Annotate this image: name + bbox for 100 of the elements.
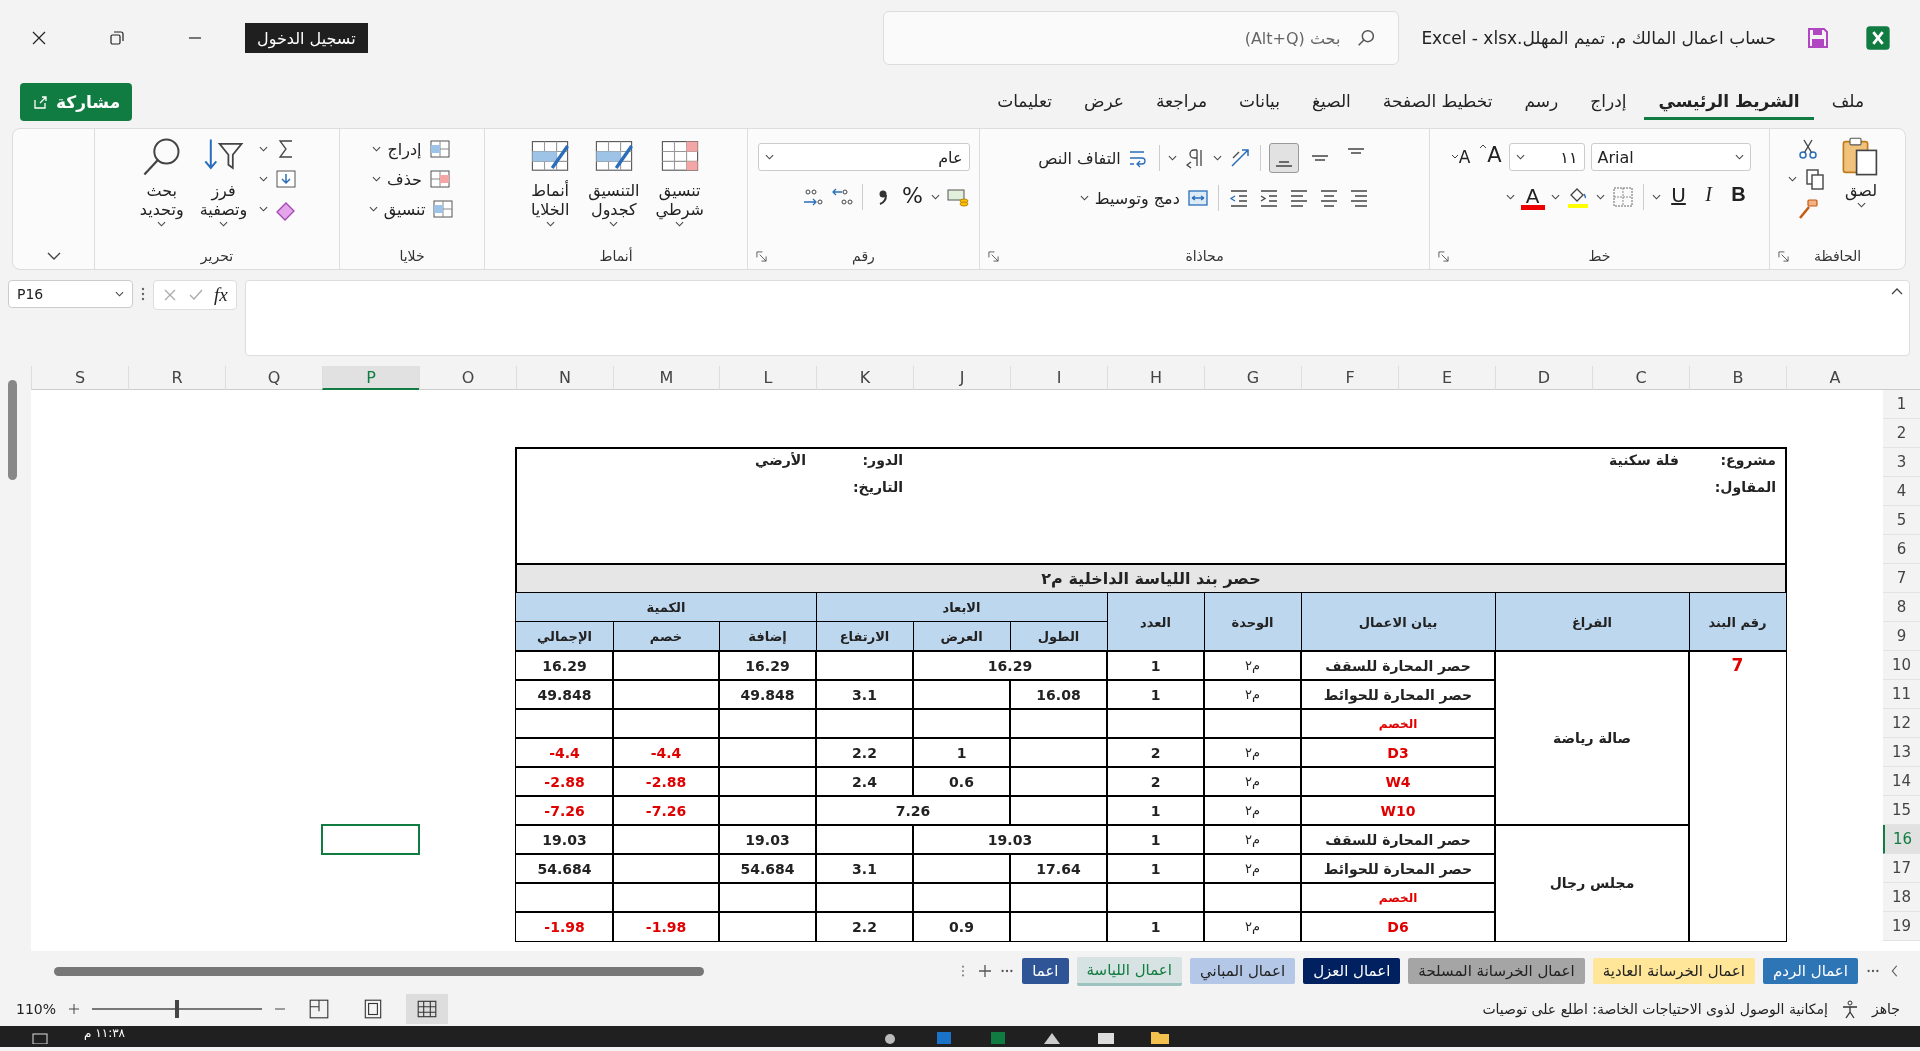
sign-in-button[interactable]: تسجيل الدخول xyxy=(245,23,368,53)
row-header[interactable]: 2 xyxy=(1883,419,1920,448)
row-header[interactable]: 17 xyxy=(1883,854,1920,883)
store-icon[interactable] xyxy=(1095,1030,1116,1044)
caret-icon[interactable] xyxy=(259,146,269,152)
sheet-tab[interactable]: اعمال اللياسة xyxy=(1076,956,1182,986)
column-header[interactable]: A xyxy=(1786,366,1883,390)
dialog-launcher-icon[interactable] xyxy=(988,251,999,262)
font-size-field[interactable]: ١١ xyxy=(1508,143,1585,171)
dialog-launcher-icon[interactable] xyxy=(756,251,767,262)
ribbon-tab[interactable]: ملف xyxy=(1817,84,1878,120)
caret-icon[interactable] xyxy=(1212,155,1222,161)
column-header[interactable]: C xyxy=(1592,366,1689,390)
row-header[interactable]: 9 xyxy=(1883,622,1920,651)
cells-button[interactable]: حذف xyxy=(372,167,452,191)
editing-button[interactable]: فرز وتصفية xyxy=(195,133,252,230)
caret-icon[interactable] xyxy=(1167,155,1177,161)
search-field[interactable]: بحث (Alt+Q) xyxy=(883,11,1400,65)
font-color-button[interactable]: A xyxy=(1520,184,1545,210)
caret-icon[interactable] xyxy=(259,176,269,182)
slider-thumb[interactable] xyxy=(175,999,180,1018)
row-header[interactable]: 11 xyxy=(1883,680,1920,709)
percent-button[interactable]: % xyxy=(900,183,925,211)
share-button[interactable]: مشاركة xyxy=(20,83,133,121)
column-header[interactable]: R xyxy=(128,366,225,390)
bold-button[interactable]: B xyxy=(1726,183,1751,211)
chevron-down-icon[interactable] xyxy=(45,251,62,261)
row-header[interactable]: 3 xyxy=(1883,448,1920,477)
insert-function-button[interactable]: fx xyxy=(214,284,228,306)
zoom-in-icon[interactable] xyxy=(68,1002,81,1015)
chevron-up-icon[interactable] xyxy=(1891,287,1903,295)
column-header[interactable]: I xyxy=(1010,366,1107,390)
cells-button[interactable]: إدراج xyxy=(372,137,452,161)
column-header[interactable]: M xyxy=(613,366,719,390)
row-header[interactable]: 1 xyxy=(1883,390,1920,419)
style-button[interactable]: التنسيق كجدول xyxy=(584,133,644,230)
ribbon-tab[interactable]: تخطيط الصفحة xyxy=(1368,84,1507,120)
italic-button[interactable]: I xyxy=(1696,183,1721,211)
cells-button[interactable]: تنسيق xyxy=(368,197,456,221)
style-button[interactable]: تنسيق شرطي xyxy=(651,133,708,230)
underline-button[interactable]: U xyxy=(1666,183,1691,211)
column-header[interactable]: P xyxy=(322,366,419,390)
grow-font-button[interactable]: A xyxy=(1478,143,1503,171)
caret-icon[interactable] xyxy=(1550,194,1560,200)
row-header[interactable]: 10 xyxy=(1883,651,1920,680)
caret-icon[interactable] xyxy=(1595,194,1605,200)
sheet-tab[interactable]: اعما xyxy=(1022,958,1069,984)
ribbon-tab[interactable]: مراجعة xyxy=(1141,84,1221,120)
ribbon-tab[interactable]: إدراج xyxy=(1576,84,1641,120)
caret-icon[interactable] xyxy=(1788,176,1797,182)
column-header[interactable]: D xyxy=(1495,366,1592,390)
notification-icon[interactable] xyxy=(30,1030,50,1044)
column-header[interactable]: E xyxy=(1398,366,1495,390)
row-header[interactable]: 13 xyxy=(1883,738,1920,767)
normal-view-icon[interactable] xyxy=(406,993,449,1024)
ribbon-tab[interactable]: بيانات xyxy=(1225,84,1294,120)
font-name-field[interactable]: Arial xyxy=(1590,143,1751,171)
caret-icon[interactable] xyxy=(1651,194,1661,200)
column-header[interactable]: H xyxy=(1107,366,1204,390)
sheet-tab[interactable]: اعمال الخرسانة المسلحة xyxy=(1408,958,1585,984)
save-icon[interactable] xyxy=(1806,26,1830,50)
merge-center-button[interactable]: دمج وتوسيط xyxy=(1079,186,1210,210)
column-header[interactable]: B xyxy=(1689,366,1786,390)
folder-icon[interactable] xyxy=(1149,1030,1170,1044)
dialog-launcher-icon[interactable] xyxy=(1778,251,1789,262)
caret-icon[interactable] xyxy=(930,194,940,200)
name-box[interactable]: P16 xyxy=(8,280,133,308)
ribbon-tab[interactable]: الصيغ xyxy=(1298,84,1365,120)
sheet-tab[interactable]: اعمال العزل xyxy=(1303,958,1401,984)
shrink-font-button[interactable]: A xyxy=(1448,143,1473,171)
ribbon-tab[interactable]: الشريط الرئيسي xyxy=(1644,84,1814,120)
scrollbar-thumb[interactable] xyxy=(54,967,704,976)
add-sheet-icon[interactable] xyxy=(978,964,993,978)
column-header[interactable]: J xyxy=(913,366,1010,390)
wrap-text-button[interactable]: التفاف النص xyxy=(1038,146,1151,170)
row-header[interactable]: 4 xyxy=(1883,477,1920,506)
paste-button[interactable]: لصق xyxy=(1835,133,1887,210)
row-header[interactable]: 16 xyxy=(1883,825,1920,854)
sheet-tab[interactable]: اعمال المباني xyxy=(1189,958,1296,984)
copy-icon[interactable] xyxy=(1803,167,1827,191)
caret-icon[interactable] xyxy=(259,206,269,212)
row-header[interactable]: 12 xyxy=(1883,709,1920,738)
restore-icon[interactable] xyxy=(109,30,125,46)
caret-icon[interactable] xyxy=(1505,194,1515,200)
row-header[interactable]: 5 xyxy=(1883,506,1920,535)
row-header[interactable]: 7 xyxy=(1883,564,1920,593)
scrollbar-thumb[interactable] xyxy=(8,380,17,480)
column-header[interactable]: O xyxy=(419,366,516,390)
row-header[interactable]: 8 xyxy=(1883,593,1920,622)
editing-button[interactable]: بحث وتحديد xyxy=(135,133,188,230)
accessibility-status[interactable]: إمكانية الوصول لذوى الاحتياجات الخاصة: اطلع على توصيات xyxy=(1482,1000,1828,1017)
close-icon[interactable] xyxy=(31,30,47,46)
ribbon-tab[interactable]: رسم xyxy=(1510,84,1573,120)
column-header[interactable]: L xyxy=(719,366,816,390)
fill-down-icon[interactable] xyxy=(274,167,299,191)
vertical-align-button[interactable] xyxy=(1268,143,1299,173)
column-header[interactable]: G xyxy=(1204,366,1301,390)
number-format-field[interactable]: عام xyxy=(757,143,970,171)
zoom-level[interactable]: 110% xyxy=(16,1000,57,1017)
ribbon-tab[interactable]: عرض xyxy=(1069,84,1138,120)
